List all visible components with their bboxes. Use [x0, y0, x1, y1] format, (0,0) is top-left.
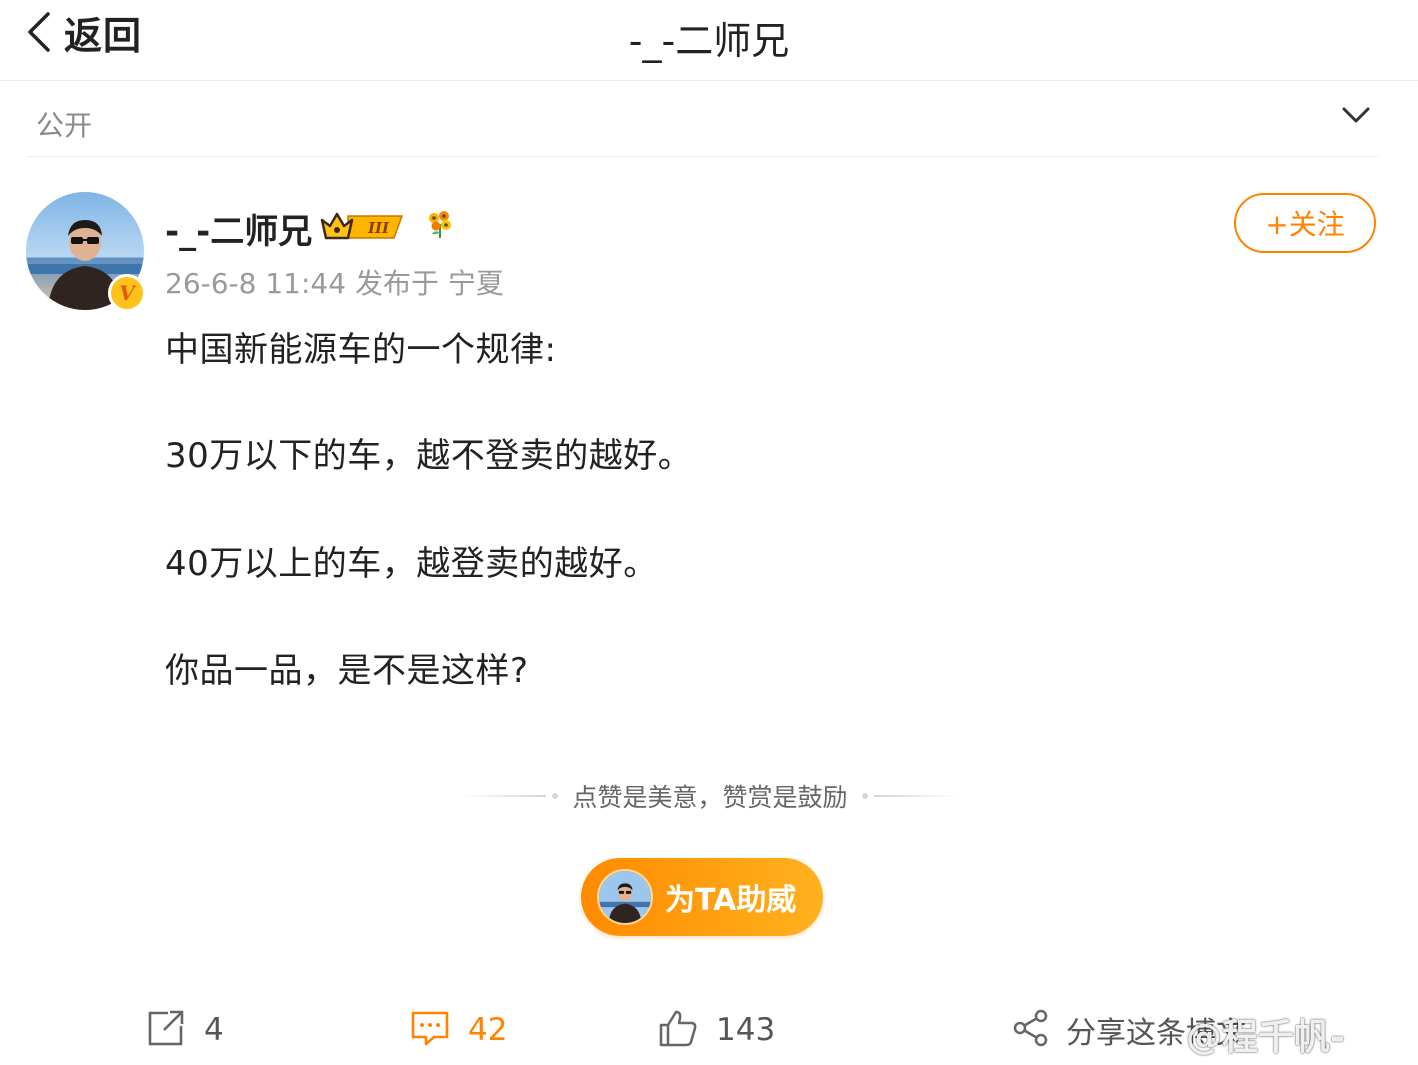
share-icon [1012, 1009, 1050, 1051]
comment-button[interactable]: 42 [410, 1004, 507, 1056]
post-meta: 26-6-8 11:44 发布于 宁夏 [165, 267, 504, 300]
back-label: 返回 [64, 13, 143, 58]
divider [873, 795, 960, 797]
visibility-label: 公开 [36, 109, 93, 142]
chevron-down-icon[interactable] [1342, 106, 1370, 128]
top-bar: -_-二师兄 返回 [0, 0, 1418, 81]
post-content-line: 40万以上的车，越登卖的越好。 [165, 544, 658, 584]
reward-tip: 点赞是美意，赞赏是鼓励 [572, 783, 848, 812]
verified-badge-icon: V [108, 274, 146, 312]
post-content-line: 30万以下的车，越不登卖的越好。 [165, 436, 693, 476]
repost-icon [146, 1008, 186, 1052]
like-count: 143 [716, 1012, 776, 1048]
vip-level-text: III [367, 219, 390, 237]
repost-button[interactable]: 4 [146, 1004, 224, 1056]
author-name[interactable]: -_-二师兄 [165, 204, 312, 253]
post-content-line: 你品一品，是不是这样? [165, 651, 529, 691]
like-icon [658, 1008, 698, 1052]
divider-dot [552, 793, 559, 799]
divider-dot [861, 793, 868, 799]
back-button[interactable]: 返回 [24, 8, 142, 58]
flower-icon [424, 208, 456, 240]
like-button[interactable]: 143 [658, 1004, 775, 1056]
post-content-line: 中国新能源车的一个规律: [165, 330, 557, 370]
back-chevron-icon [24, 10, 52, 54]
vip-crown-icon[interactable]: III [318, 208, 406, 244]
repost-count: 4 [204, 1012, 224, 1048]
comment-icon [410, 1008, 450, 1052]
visibility-row[interactable]: 公开 [26, 82, 1378, 157]
follow-button[interactable]: +关注 [1234, 193, 1376, 253]
support-avatar [597, 869, 653, 925]
reward-tip-row: 点赞是美意，赞赏是鼓励 [440, 776, 980, 816]
watermark: @程千帆- [1186, 1017, 1345, 1058]
page-title: -_-二师兄 [628, 19, 790, 63]
divider [460, 795, 547, 797]
support-button-label: 为TA助威 [665, 883, 797, 918]
comment-count: 42 [468, 1012, 508, 1048]
support-button[interactable]: 为TA助威 [581, 858, 823, 936]
